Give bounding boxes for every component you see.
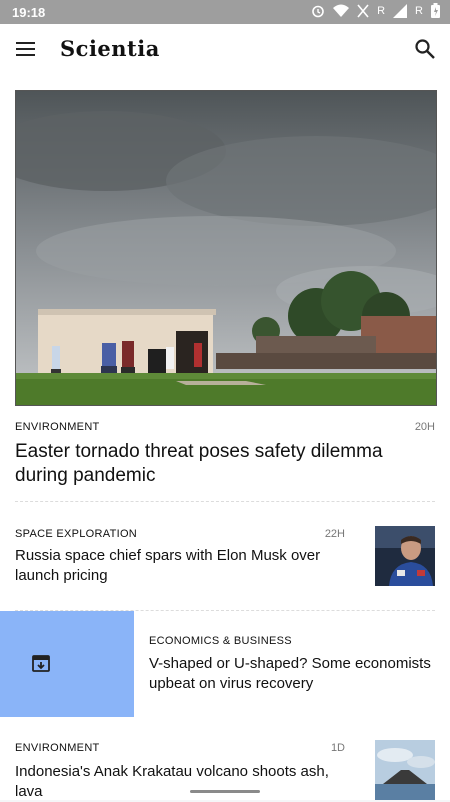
list-item-thumbnail[interactable] — [375, 526, 435, 586]
no-signal-icon — [357, 3, 369, 18]
list-item-headline[interactable]: V-shaped or U-shaped? Some economists up… — [149, 654, 450, 694]
menu-icon[interactable] — [16, 40, 36, 58]
list-item-meta: SPACE EXPLORATION 22H — [15, 528, 345, 540]
list-item-age: 22H — [324, 528, 345, 540]
list-item-category: SPACE EXPLORATION — [15, 528, 138, 540]
divider — [15, 501, 435, 502]
hero-meta: ENVIRONMENT 20H — [15, 421, 435, 433]
battery-icon — [431, 3, 440, 18]
app-logo: Scientia — [60, 36, 160, 61]
archive-icon[interactable] — [31, 653, 51, 673]
status-bar: 19:18 R R — [0, 0, 450, 24]
list-item-age: 1D — [330, 742, 345, 754]
app-bar: Scientia — [0, 24, 450, 76]
list-item-headline[interactable]: Russia space chief spars with Elon Musk … — [15, 546, 350, 586]
signal-icon — [393, 3, 408, 18]
status-time: 19:18 — [12, 4, 46, 20]
list-item-thumbnail[interactable] — [375, 740, 435, 800]
news-feed: ENVIRONMENT 20H Easter tornado threat po… — [0, 76, 450, 800]
wifi-icon — [333, 4, 350, 17]
list-item-category: ENVIRONMENT — [15, 742, 100, 754]
status-icons: R R — [311, 3, 440, 18]
swiped-list-item[interactable]: ECONOMICS & BUSINESS V-shaped or U-shape… — [134, 611, 450, 717]
roaming-label: R — [415, 4, 423, 17]
list-item-meta: ENVIRONMENT 1D — [15, 742, 345, 754]
hero-headline[interactable]: Easter tornado threat poses safety dilem… — [15, 440, 415, 488]
hero-age: 20H — [414, 421, 435, 433]
list-item-headline[interactable]: Indonesia's Anak Krakatau volcano shoots… — [15, 762, 350, 802]
gesture-navigation-bar[interactable] — [190, 790, 260, 793]
search-icon[interactable] — [414, 38, 436, 60]
roaming-label: R — [377, 4, 386, 17]
alarm-icon — [311, 4, 325, 18]
hero-category: ENVIRONMENT — [15, 421, 100, 433]
hero-image[interactable] — [15, 90, 437, 406]
list-item-category: ECONOMICS & BUSINESS — [149, 635, 292, 647]
